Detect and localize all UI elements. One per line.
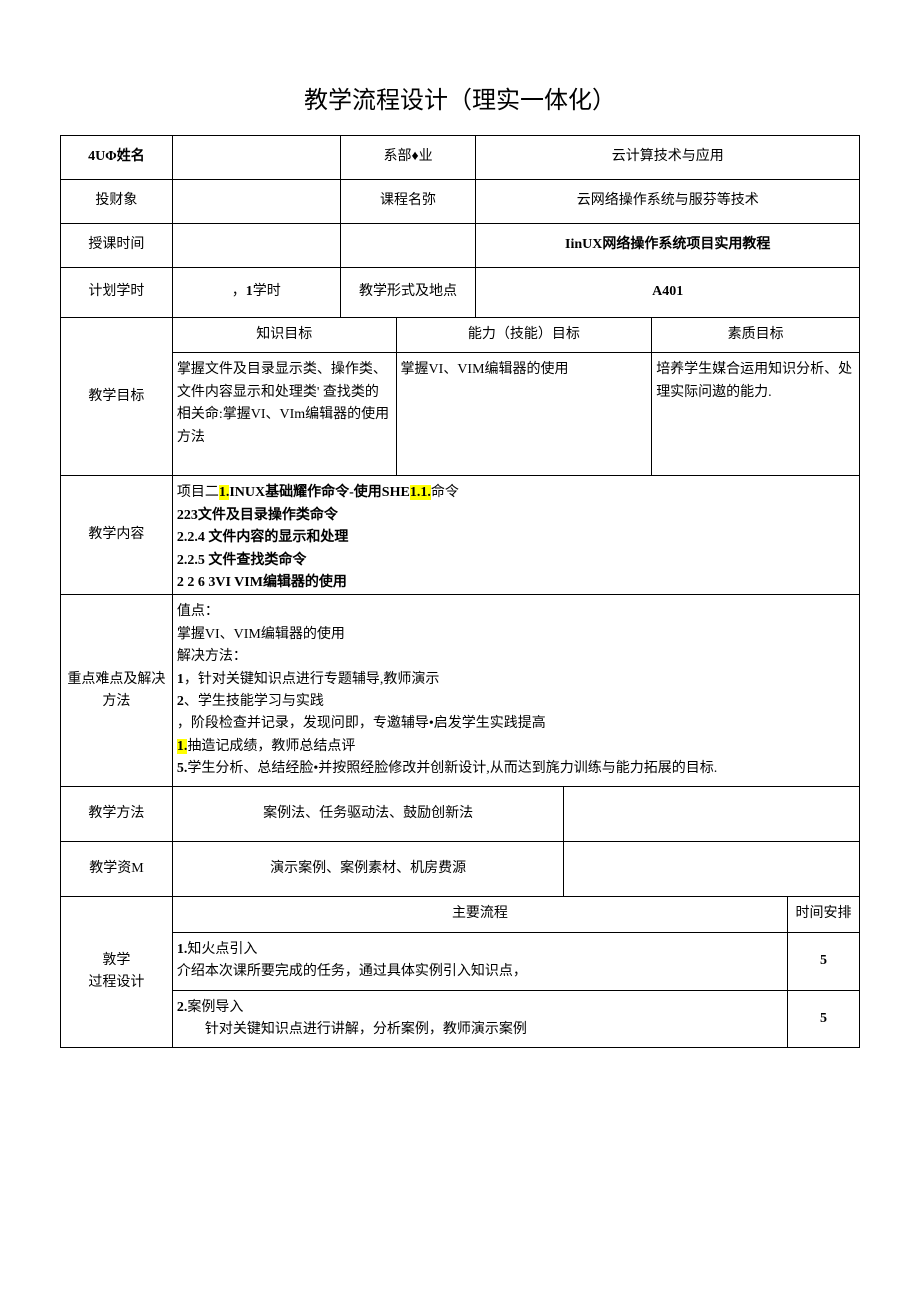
content-l1b: 1. <box>219 485 230 500</box>
label-name: 4UΦ姓名 <box>61 136 173 180</box>
process-h1: 主要流程 <box>172 897 787 932</box>
goal-c3: 培养学生媒合运用知识分析、处理实际问遨的能力. <box>652 353 860 476</box>
content-l1d: 1.1. <box>410 485 431 500</box>
label-dept: 系部♦业 <box>340 136 476 180</box>
label-course: 课程名弥 <box>340 180 476 224</box>
process-r2-time: 5 <box>788 990 860 1048</box>
label-process: 敦学过程设计 <box>61 897 173 1048</box>
diff-l2: 掌握VI、VIM编辑器的使用 <box>177 624 855 646</box>
content-l1e: 命令 <box>431 485 459 500</box>
row-resource: 教学资M 演示案例、案例素材、机房费源 <box>61 842 860 897</box>
row-target: 投财象 课程名弥 云网络操作系统与服芬等技术 <box>61 180 860 224</box>
label-resource: 教学资M <box>61 842 173 897</box>
content-l1a: 项目二 <box>177 485 219 500</box>
value-target <box>172 180 340 224</box>
value-resource: 演示案例、案例素材、机房费源 <box>172 842 563 897</box>
label-time: 授课时间 <box>61 224 173 268</box>
row-goal-values: 掌握文件及目录显示类、操作类、文件内容显示和处理类' 查找类的相关命:掌握VI、… <box>61 353 860 476</box>
label-content: 教学内容 <box>61 476 173 595</box>
label-method: 教学方法 <box>61 787 173 842</box>
process-r1-text: 1.知火点引入介绍本次课所要完成的任务，通过具体实例引入知识点， <box>172 932 787 990</box>
document-page: 教学流程设计（理实一体化） 4UΦ姓名 系部♦业 云计算技术与应用 投财象 课程… <box>60 80 860 1048</box>
diff-l7a: 1. <box>177 739 188 754</box>
label-book <box>340 224 476 268</box>
row-hours: 计划学时 ，1学时 教学形式及地点 A401 <box>61 268 860 318</box>
diff-l6: ，阶段检查并记录，发现问即，专邀辅导•启发学生实践提高 <box>177 713 855 735</box>
value-hours: ，1学时 <box>172 268 340 318</box>
value-form: A401 <box>476 268 860 318</box>
diff-l1: 值点： <box>177 601 855 623</box>
row-process-header: 敦学过程设计 主要流程 时间安排 <box>61 897 860 932</box>
value-method: 案例法、任务驱动法、鼓励创新法 <box>172 787 563 842</box>
value-book: IinUX网络操作系统项目实用教程 <box>476 224 860 268</box>
goal-h2: 能力（技能）目标 <box>396 318 652 353</box>
row-method: 教学方法 案例法、任务驱动法、鼓励创新法 <box>61 787 860 842</box>
process-h2: 时间安排 <box>788 897 860 932</box>
page-title: 教学流程设计（理实一体化） <box>60 80 860 115</box>
value-name <box>172 136 340 180</box>
label-target: 投财象 <box>61 180 173 224</box>
value-dept: 云计算技术与应用 <box>476 136 860 180</box>
row-time: 授课时间 IinUX网络操作系统项目实用教程 <box>61 224 860 268</box>
goal-c1: 掌握文件及目录显示类、操作类、文件内容显示和处理类' 查找类的相关命:掌握VI、… <box>172 353 396 476</box>
resource-blank <box>564 842 860 897</box>
label-goals: 教学目标 <box>61 318 173 476</box>
value-content: 项目二1.INUX基础耀作命令-使用SHE1.1.命令 223文件及目录操作类命… <box>172 476 859 595</box>
value-difficulty: 值点： 掌握VI、VIM编辑器的使用 解决方法： 1，针对关键知识点进行专题辅导… <box>172 595 859 787</box>
content-l3: 2.2.4 文件内容的显示和处理 <box>177 527 855 549</box>
content-l4: 2.2.5 文件查找类命令 <box>177 550 855 572</box>
content-l5: 2 2 6 3VI VIM编辑器的使用 <box>177 572 855 595</box>
goal-c2: 掌握VI、VIM编辑器的使用 <box>396 353 652 476</box>
diff-l3: 解决方法： <box>177 646 855 668</box>
lesson-plan-table: 4UΦ姓名 系部♦业 云计算技术与应用 投财象 课程名弥 云网络操作系统与服芬等… <box>60 135 860 1048</box>
label-hours: 计划学时 <box>61 268 173 318</box>
row-name: 4UΦ姓名 系部♦业 云计算技术与应用 <box>61 136 860 180</box>
label-difficulty: 重点难点及解决方法 <box>61 595 173 787</box>
method-blank <box>564 787 860 842</box>
row-process-2: 2.案例导入 针对关键知识点进行讲解，分析案例，教师演示案例 5 <box>61 990 860 1048</box>
goal-h1: 知识目标 <box>172 318 396 353</box>
value-course: 云网络操作系统与服芬等技术 <box>476 180 860 224</box>
process-r1-time: 5 <box>788 932 860 990</box>
label-form: 教学形式及地点 <box>340 268 476 318</box>
row-difficulty: 重点难点及解决方法 值点： 掌握VI、VIM编辑器的使用 解决方法： 1，针对关… <box>61 595 860 787</box>
diff-l7b: 抽造记成绩，教师总结点评 <box>187 739 355 754</box>
content-l1c: INUX基础耀作命令-使用SHE <box>229 485 409 500</box>
row-process-1: 1.知火点引入介绍本次课所要完成的任务，通过具体实例引入知识点， 5 <box>61 932 860 990</box>
row-content: 教学内容 项目二1.INUX基础耀作命令-使用SHE1.1.命令 223文件及目… <box>61 476 860 595</box>
goal-h3: 素质目标 <box>652 318 860 353</box>
content-l2: 223文件及目录操作类命令 <box>177 505 855 527</box>
row-goal-headers: 教学目标 知识目标 能力（技能）目标 素质目标 <box>61 318 860 353</box>
process-r2-text: 2.案例导入 针对关键知识点进行讲解，分析案例，教师演示案例 <box>172 990 787 1048</box>
value-time <box>172 224 340 268</box>
